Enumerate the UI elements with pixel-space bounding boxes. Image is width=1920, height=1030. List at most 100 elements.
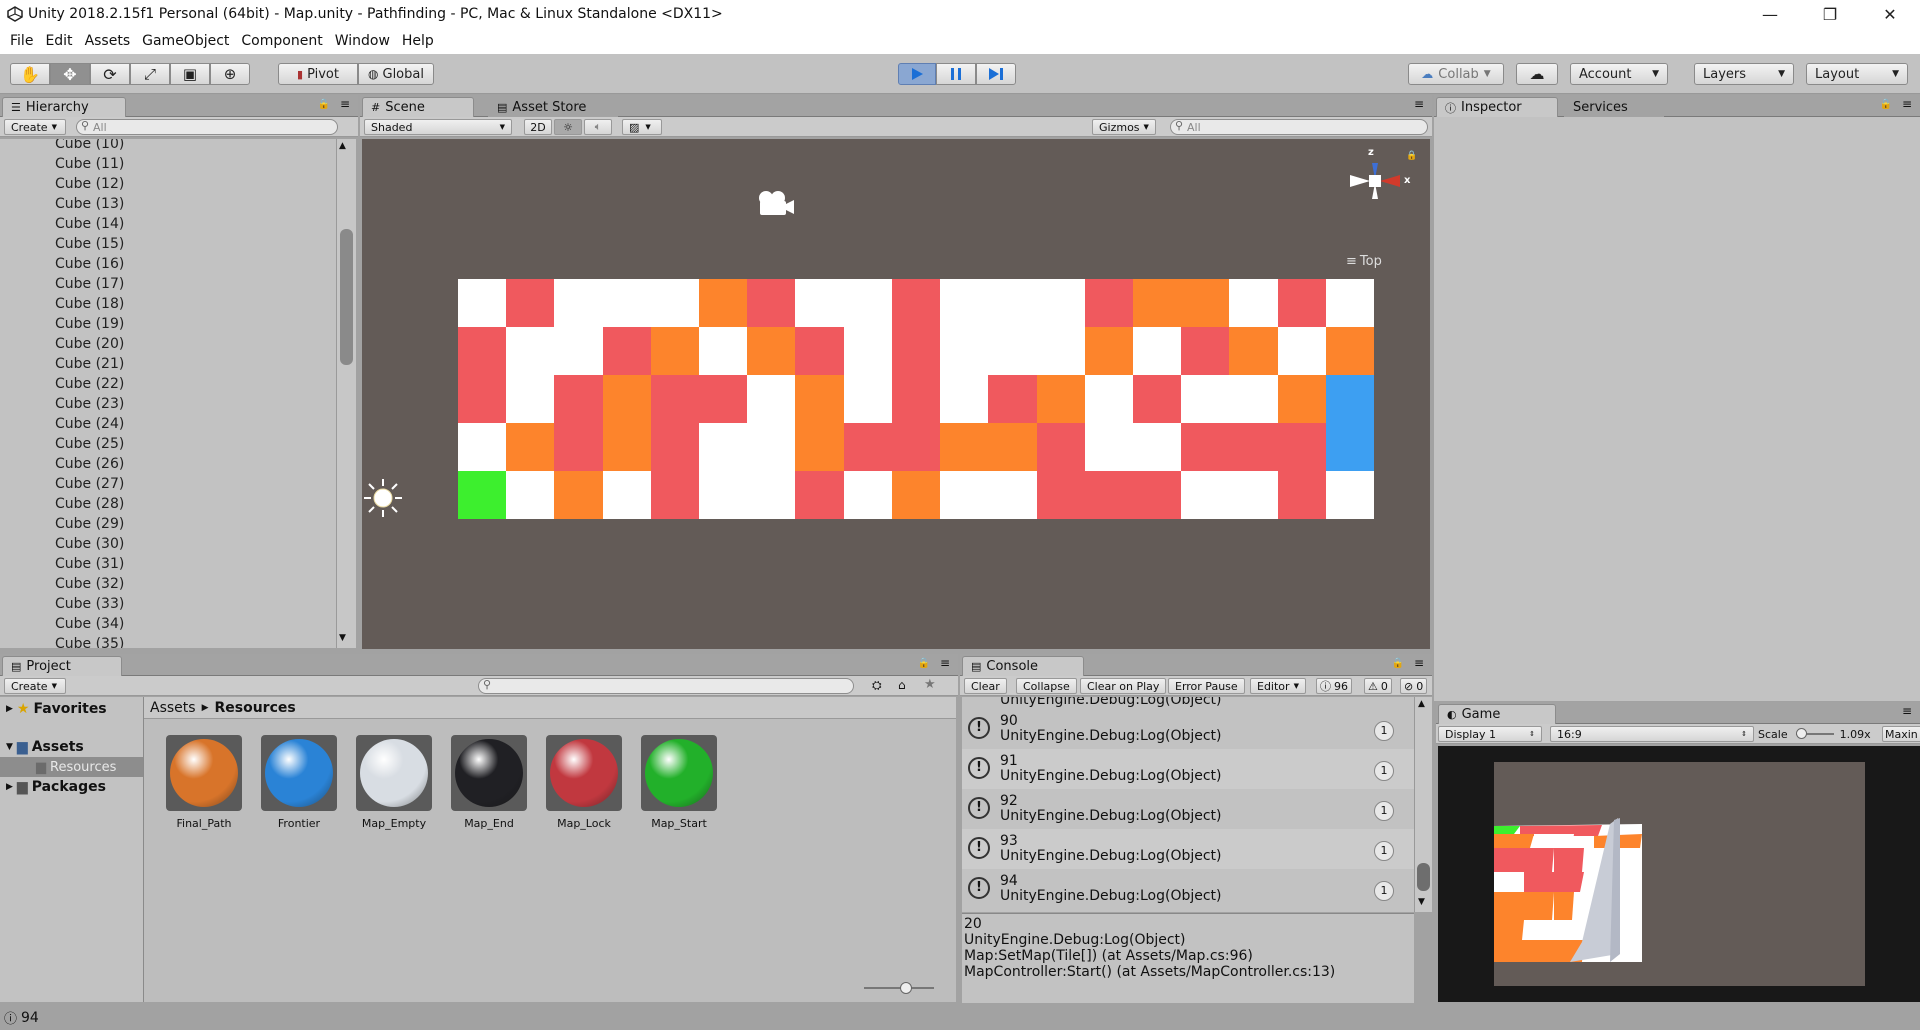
- asset-item[interactable]: Frontier: [259, 735, 339, 830]
- map-tile[interactable]: [747, 279, 796, 327]
- tab-asset-store[interactable]: ▤ Asset Store: [488, 97, 618, 117]
- map-tile[interactable]: [1325, 279, 1374, 327]
- map-tile[interactable]: [940, 423, 989, 471]
- map-tile[interactable]: [650, 375, 700, 423]
- console-scroll-thumb[interactable]: [1417, 863, 1430, 891]
- map-tile[interactable]: [458, 375, 507, 423]
- console-row[interactable]: ! 94 UnityEngine.Debug:Log(Object) 1: [962, 869, 1414, 909]
- light-icon[interactable]: [362, 477, 404, 519]
- hierarchy-item[interactable]: Cube (23): [0, 394, 336, 414]
- view-label[interactable]: ≡ Top: [1346, 254, 1382, 269]
- map-tile[interactable]: [891, 423, 941, 471]
- map-tile[interactable]: [506, 471, 555, 519]
- map-tile[interactable]: [843, 423, 892, 471]
- favorite-star-icon[interactable]: ★: [924, 677, 936, 692]
- pivot-toggle[interactable]: ▮ Pivot: [278, 63, 358, 85]
- map-tile[interactable]: [988, 471, 1037, 519]
- map-tile[interactable]: [506, 375, 555, 423]
- map-tile[interactable]: [1181, 423, 1230, 471]
- map-tile[interactable]: [1277, 471, 1326, 519]
- map-tile[interactable]: [699, 423, 748, 471]
- project-search-input[interactable]: [478, 678, 854, 694]
- map-tile[interactable]: [602, 327, 651, 375]
- hierarchy-item[interactable]: Cube (22): [0, 374, 336, 394]
- map-tile[interactable]: [891, 471, 941, 519]
- map-tile[interactable]: [1132, 375, 1182, 423]
- audio-toggle[interactable]: 🔈︎: [584, 119, 612, 135]
- lock-icon[interactable]: 🔒: [918, 658, 930, 669]
- tab-game[interactable]: ◐ Game: [1438, 704, 1556, 724]
- map-tile[interactable]: [1084, 327, 1133, 375]
- hierarchy-item[interactable]: Cube (13): [0, 194, 336, 214]
- lock-icon[interactable]: 🔒: [318, 99, 330, 110]
- orientation-gizmo-icon[interactable]: [1332, 147, 1422, 247]
- map-tile[interactable]: [1277, 279, 1326, 327]
- menu-file[interactable]: File: [4, 33, 39, 49]
- collab-button[interactable]: ☁ Collab ▼: [1408, 63, 1504, 85]
- map-tile[interactable]: [1325, 471, 1374, 519]
- map-tile[interactable]: [458, 279, 507, 327]
- hierarchy-item[interactable]: Cube (11): [0, 154, 336, 174]
- map-tile[interactable]: [747, 471, 796, 519]
- layout-dropdown[interactable]: Layout ▼: [1806, 63, 1908, 85]
- asset-item[interactable]: Final_Path: [164, 735, 244, 830]
- scene-search-input[interactable]: All: [1170, 119, 1428, 135]
- panel-menu-icon[interactable]: ≡: [1902, 97, 1912, 111]
- map-tile[interactable]: [554, 375, 603, 423]
- filter-type-icon[interactable]: ⛭: [872, 678, 882, 693]
- map-tile[interactable]: [458, 327, 507, 375]
- console-row[interactable]: ! 92 UnityEngine.Debug:Log(Object) 1: [962, 789, 1414, 829]
- console-info-toggle[interactable]: ⓘ 96: [1316, 678, 1352, 694]
- global-toggle[interactable]: ◍ Global: [358, 63, 434, 85]
- map-tile[interactable]: [554, 327, 603, 375]
- map-tile[interactable]: [1229, 279, 1278, 327]
- tab-project[interactable]: ▤ Project: [2, 656, 122, 676]
- menu-component[interactable]: Component: [235, 33, 328, 49]
- map-tile[interactable]: [1229, 327, 1278, 375]
- map-tile[interactable]: [1277, 375, 1326, 423]
- hierarchy-item[interactable]: Cube (32): [0, 574, 336, 594]
- panel-menu-icon[interactable]: ≡: [1414, 97, 1424, 111]
- map-tile[interactable]: [602, 375, 651, 423]
- move-tool-button[interactable]: ✥: [50, 63, 90, 85]
- effects-dropdown[interactable]: ▨ ▼: [622, 119, 662, 135]
- map-tile[interactable]: [1036, 423, 1085, 471]
- project-create-dropdown[interactable]: Create ▼: [4, 678, 66, 694]
- hierarchy-item[interactable]: Cube (28): [0, 494, 336, 514]
- map-tile[interactable]: [891, 279, 941, 327]
- map-tile[interactable]: [1084, 279, 1133, 327]
- hierarchy-item[interactable]: Cube (30): [0, 534, 336, 554]
- map-tile[interactable]: [795, 471, 844, 519]
- account-dropdown[interactable]: Account ▼: [1570, 63, 1668, 85]
- status-text[interactable]: 94: [21, 1010, 39, 1026]
- map-tile[interactable]: [1325, 375, 1374, 423]
- tab-hierarchy[interactable]: ☰ Hierarchy: [2, 97, 126, 117]
- filter-label-icon[interactable]: ⌂: [898, 678, 906, 692]
- zoom-slider-thumb[interactable]: [900, 982, 912, 994]
- console-row[interactable]: ! 93 UnityEngine.Debug:Log(Object) 1: [962, 829, 1414, 869]
- hierarchy-item[interactable]: Cube (20): [0, 334, 336, 354]
- rotate-tool-button[interactable]: ⟳: [90, 63, 130, 85]
- map-tile[interactable]: [1229, 423, 1278, 471]
- map-tile[interactable]: [988, 375, 1037, 423]
- map-tile[interactable]: [650, 423, 700, 471]
- map-tile[interactable]: [1132, 327, 1182, 375]
- rect-tool-button[interactable]: ▣: [170, 63, 210, 85]
- map-tile[interactable]: [1229, 375, 1278, 423]
- map-tile[interactable]: [795, 423, 844, 471]
- scale-control[interactable]: Scale 1.09x: [1758, 726, 1871, 742]
- cloud-button[interactable]: ☁: [1516, 63, 1558, 85]
- map-tile[interactable]: [699, 375, 748, 423]
- console-editor-dropdown[interactable]: Editor ▼: [1250, 678, 1306, 694]
- map-tile[interactable]: [699, 279, 748, 327]
- display-dropdown[interactable]: Display 1 ⇕: [1438, 726, 1542, 742]
- hand-tool-button[interactable]: ✋: [10, 63, 50, 85]
- asset-item[interactable]: Map_Start: [639, 735, 719, 830]
- hierarchy-item[interactable]: Cube (27): [0, 474, 336, 494]
- menu-gameobject[interactable]: GameObject: [136, 33, 235, 49]
- map-tile[interactable]: [506, 279, 555, 327]
- hierarchy-item[interactable]: Cube (31): [0, 554, 336, 574]
- map-tile[interactable]: [458, 471, 507, 519]
- console-scrollbar[interactable]: ▲ ▼: [1414, 697, 1432, 912]
- hierarchy-item[interactable]: Cube (18): [0, 294, 336, 314]
